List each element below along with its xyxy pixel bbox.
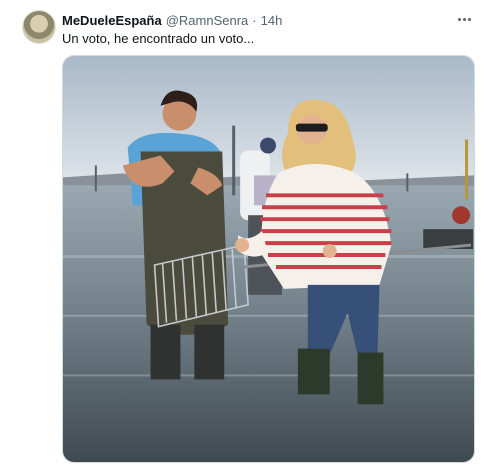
tweet-header: MeDueleEspaña @RamnSenra · 14h: [62, 12, 282, 28]
author-handle[interactable]: @RamnSenra: [166, 13, 249, 28]
tweet[interactable]: MeDueleEspaña @RamnSenra · 14h Un voto, …: [0, 0, 498, 466]
avatar[interactable]: [22, 10, 56, 44]
tweet-text: Un voto, he encontrado un voto...: [62, 31, 255, 46]
photo-illustration: [63, 56, 474, 462]
separator-dot: ·: [252, 12, 257, 28]
author-display-name[interactable]: MeDueleEspaña: [62, 13, 162, 28]
timestamp[interactable]: 14h: [261, 13, 283, 28]
more-options-icon[interactable]: [454, 10, 474, 28]
tweet-photo[interactable]: [62, 55, 475, 463]
